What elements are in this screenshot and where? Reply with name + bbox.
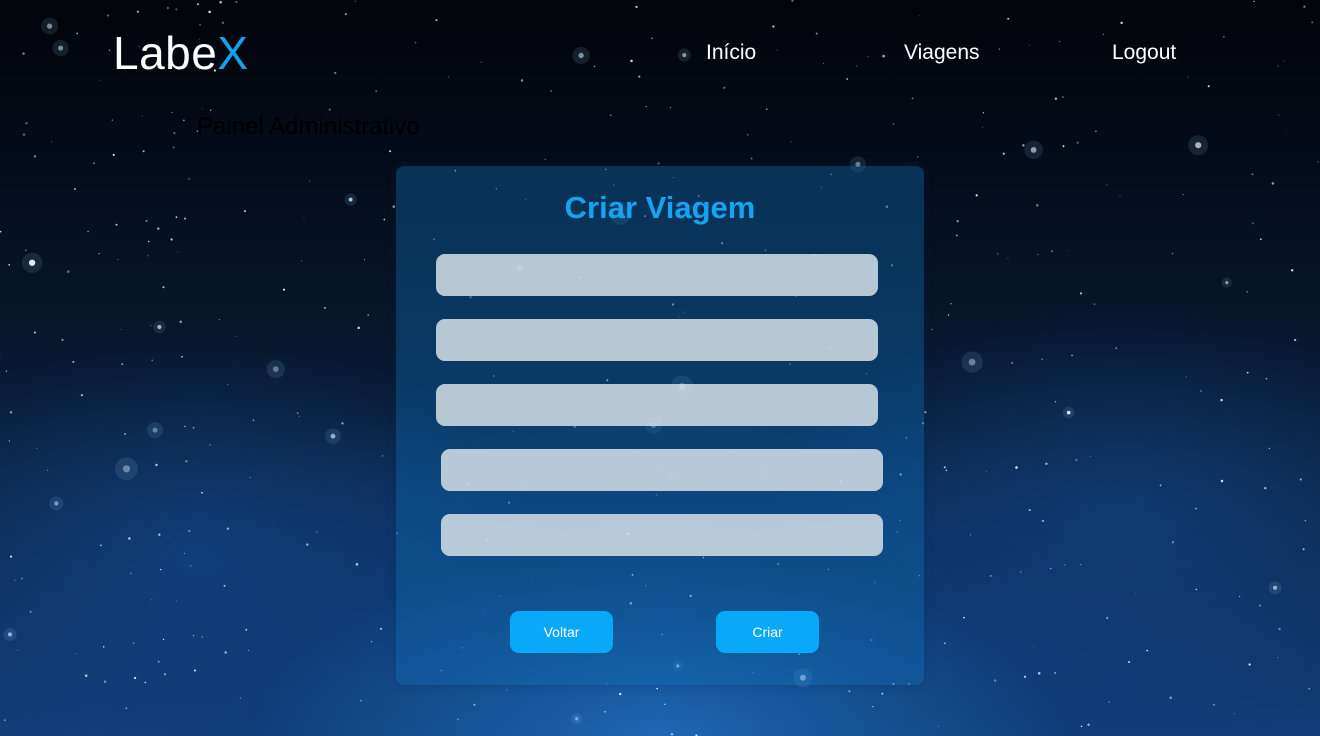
labex-logo[interactable]: LabeX — [113, 26, 249, 80]
nav-trips-link[interactable]: Viagens — [904, 40, 980, 66]
trip-field-5[interactable] — [441, 514, 883, 556]
logo-text: Labe — [113, 27, 218, 79]
back-button[interactable]: Voltar — [510, 611, 613, 653]
trip-field-1[interactable] — [436, 254, 878, 296]
trip-field-4[interactable] — [441, 449, 883, 491]
nav-home-link[interactable]: Início — [706, 40, 756, 66]
form-title: Criar Viagem — [564, 190, 756, 225]
trip-field-3[interactable] — [436, 384, 878, 426]
page-subtitle: Painel Administrativo — [197, 113, 420, 140]
trip-field-2[interactable] — [436, 319, 878, 361]
nav-logout-link[interactable]: Logout — [1112, 40, 1176, 66]
create-button[interactable]: Criar — [716, 611, 819, 653]
logo-accent-letter: X — [217, 27, 249, 79]
